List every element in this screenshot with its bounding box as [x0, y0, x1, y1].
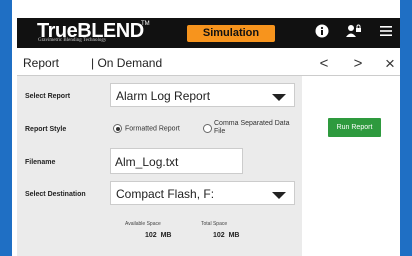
nav-bar: Report | On Demand < > × — [17, 53, 400, 76]
user-lock-icon[interactable] — [345, 24, 363, 42]
radio-unselected-icon — [203, 124, 212, 133]
page-subtitle: | On Demand — [91, 56, 163, 70]
logo-trademark: TM — [141, 21, 150, 27]
destination-value: Compact Flash, F: — [116, 187, 215, 201]
filename-input[interactable]: Alm_Log.txt — [110, 148, 243, 174]
top-header: TrueBLEND TM Gravimetric Blending Techno… — [17, 18, 400, 48]
radio-formatted-report[interactable]: Formatted Report — [113, 124, 180, 133]
total-space-value: 102 MB — [213, 232, 240, 239]
simulation-badge[interactable]: Simulation — [187, 25, 275, 42]
radio-csv-label: Comma Separated Data File — [214, 120, 290, 135]
total-space-label: Total Space — [201, 221, 228, 227]
logo-subtitle: Gravimetric Blending Technology — [38, 38, 107, 43]
chevron-down-icon — [272, 94, 286, 101]
select-destination-label: Select Destination — [25, 191, 86, 198]
available-space-value: 102 MB — [145, 232, 172, 239]
run-report-button[interactable]: Run Report — [328, 118, 381, 137]
info-icon[interactable] — [313, 24, 331, 42]
close-button[interactable]: × — [379, 54, 401, 74]
select-report-label: Select Report — [25, 93, 71, 100]
destination-dropdown[interactable]: Compact Flash, F: — [110, 181, 295, 205]
available-space-label: Available Space — [125, 221, 161, 227]
trueblend-logo: TrueBLEND TM Gravimetric Blending Techno… — [37, 20, 177, 46]
report-style-label: Report Style — [25, 126, 67, 133]
report-form-panel: Select Report Alarm Log Report Report St… — [17, 76, 302, 256]
page-title: Report — [23, 56, 60, 70]
action-pane — [302, 76, 400, 256]
select-report-dropdown[interactable]: Alarm Log Report — [110, 83, 295, 107]
filename-label: Filename — [25, 159, 56, 166]
radio-formatted-label: Formatted Report — [125, 125, 180, 133]
hamburger-menu-icon[interactable] — [377, 24, 395, 42]
previous-button[interactable]: < — [313, 54, 335, 74]
select-report-value: Alarm Log Report — [116, 89, 211, 103]
next-button[interactable]: > — [347, 54, 369, 74]
chevron-down-icon — [272, 192, 286, 199]
radio-selected-icon — [113, 124, 122, 133]
